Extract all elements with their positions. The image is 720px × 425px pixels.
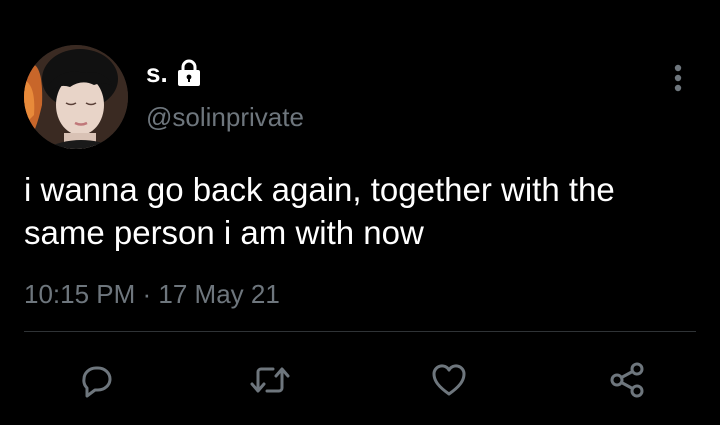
share-button[interactable] <box>603 356 651 404</box>
retweet-button[interactable] <box>246 356 294 404</box>
action-bar <box>0 356 720 404</box>
reply-icon <box>82 366 112 398</box>
more-options-button[interactable] <box>664 58 692 98</box>
display-name-text: s. <box>146 58 168 88</box>
like-button[interactable] <box>425 356 473 404</box>
avatar[interactable] <box>24 45 128 149</box>
lock-icon <box>176 59 202 87</box>
tweet-card: s. @solinprivate i wanna go back again, … <box>0 0 720 425</box>
tweet-timestamp[interactable]: 10:15 PM · 17 May 21 <box>24 279 280 309</box>
reply-button[interactable] <box>72 356 120 404</box>
more-vertical-icon <box>674 64 682 92</box>
display-name[interactable]: s. <box>146 58 202 88</box>
like-icon <box>432 364 466 396</box>
tweet-text: i wanna go back again, together with the… <box>24 171 615 251</box>
retweet-icon <box>250 367 290 393</box>
share-icon <box>610 362 644 398</box>
divider <box>24 331 696 332</box>
user-handle[interactable]: @solinprivate <box>146 102 304 132</box>
